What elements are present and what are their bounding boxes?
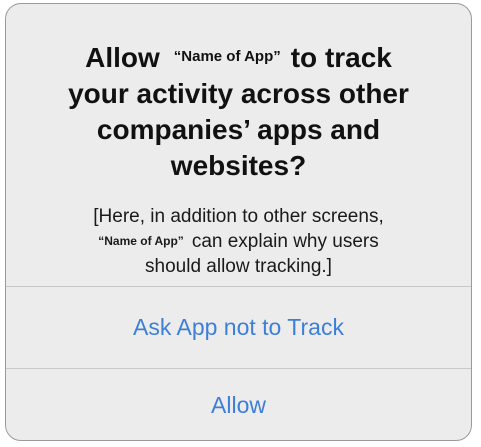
alert-title-line-3: companies’ apps and bbox=[96, 114, 381, 145]
allow-button[interactable]: Allow bbox=[6, 369, 471, 440]
alert-body: [Here, in addition to other screens, “Na… bbox=[16, 204, 461, 279]
allow-label: Allow bbox=[211, 391, 266, 418]
alert-title: Allow “Name of App” to track your activity… bbox=[26, 39, 451, 184]
alert-body-line-3: should allow tracking.] bbox=[145, 256, 332, 277]
alert-title-allow-word: Allow bbox=[85, 42, 160, 73]
tracking-permission-alert: Allow “Name of App” to track your activity… bbox=[5, 3, 472, 441]
alert-body-line-1: [Here, in addition to other screens, bbox=[93, 206, 384, 227]
alert-body-line-2: “Name of App” can explain why users bbox=[16, 229, 461, 254]
alert-title-line-4: websites? bbox=[170, 150, 307, 181]
alert-title-line-2: your activity across other bbox=[68, 78, 409, 109]
alert-title-app-name: “Name of App” bbox=[173, 48, 281, 65]
alert-body-app-name: “Name of App” bbox=[98, 234, 184, 248]
ask-not-to-track-button[interactable]: Ask App not to Track bbox=[6, 287, 471, 368]
alert-body-explain-text: can explain why users bbox=[191, 231, 379, 252]
alert-title-line-1: Allow “Name of App” to track bbox=[26, 39, 451, 76]
alert-message-area: Allow “Name of App” to track your activity… bbox=[6, 4, 471, 286]
alert-title-to-track: to track bbox=[290, 42, 392, 73]
ask-not-to-track-label: Ask App not to Track bbox=[133, 314, 344, 340]
